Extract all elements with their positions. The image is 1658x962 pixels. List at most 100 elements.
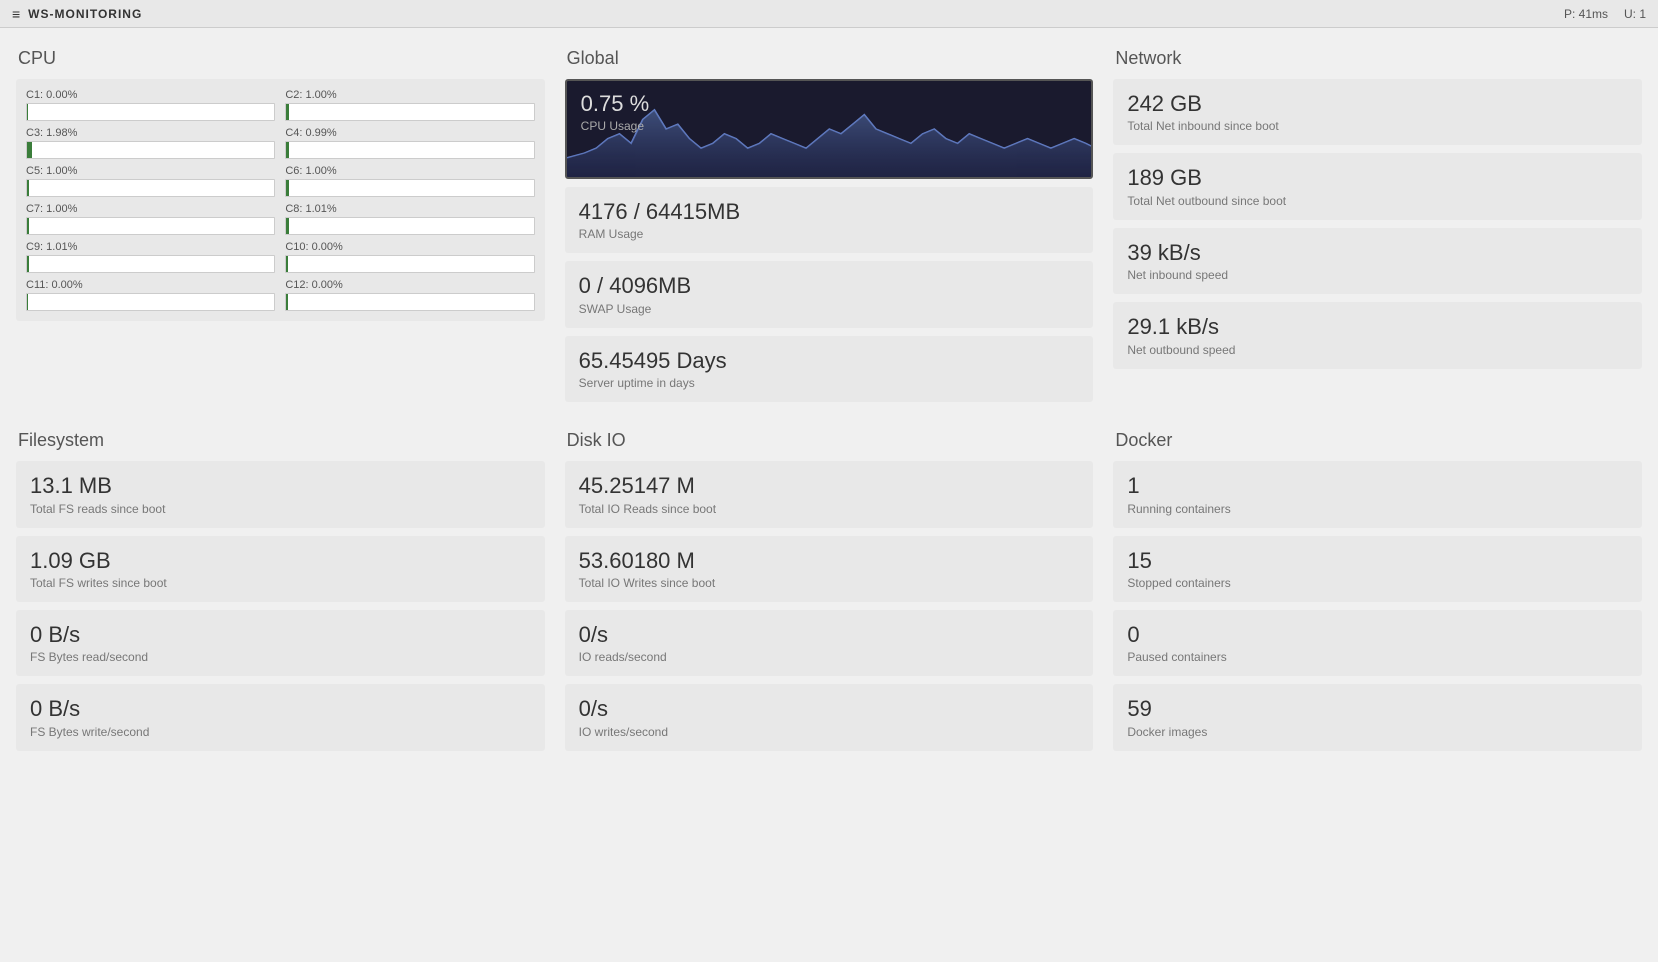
cpu-core-4-bar-container <box>285 141 534 159</box>
docker-images-label: Docker images <box>1127 725 1628 739</box>
net-outbound-speed-value: 29.1 kB/s <box>1127 314 1628 340</box>
titlebar-left: ≡ WS-MONITORING <box>12 6 142 22</box>
cpu-core-1-label: C1: 0.00% <box>26 89 275 101</box>
cpu-core-11-bar-container <box>26 293 275 311</box>
net-inbound-label: Total Net inbound since boot <box>1127 119 1628 133</box>
net-outbound-card: 189 GB Total Net outbound since boot <box>1113 153 1642 219</box>
io-total-reads-card: 45.25147 M Total IO Reads since boot <box>565 461 1094 527</box>
io-total-reads-value: 45.25147 M <box>579 473 1080 499</box>
filesystem-section: Filesystem 13.1 MB Total FS reads since … <box>16 430 545 759</box>
docker-title: Docker <box>1113 430 1642 451</box>
docker-paused-label: Paused containers <box>1127 650 1628 664</box>
swap-value: 0 / 4096MB <box>579 273 1080 299</box>
io-total-reads-label: Total IO Reads since boot <box>579 502 1080 516</box>
docker-paused-card: 0 Paused containers <box>1113 610 1642 676</box>
cpu-core-3-bar <box>27 142 32 158</box>
cpu-core-8-bar <box>286 218 288 234</box>
cpu-core-8-label: C8: 1.01% <box>285 203 534 215</box>
cpu-core-7-bar <box>27 218 29 234</box>
io-read-speed-value: 0/s <box>579 622 1080 648</box>
io-write-speed-label: IO writes/second <box>579 725 1080 739</box>
ram-card: 4176 / 64415MB RAM Usage <box>565 187 1094 253</box>
net-outbound-value: 189 GB <box>1127 165 1628 191</box>
cpu-core-4: C4: 0.99% <box>285 127 534 159</box>
cpu-core-9: C9: 1.01% <box>26 241 275 273</box>
net-inbound-card: 242 GB Total Net inbound since boot <box>1113 79 1642 145</box>
docker-paused-value: 0 <box>1127 622 1628 648</box>
io-read-speed-card: 0/s IO reads/second <box>565 610 1094 676</box>
fs-read-speed-label: FS Bytes read/second <box>30 650 531 664</box>
cpu-core-5-bar <box>27 180 29 196</box>
cpu-core-11-bar <box>27 294 28 310</box>
docker-running-card: 1 Running containers <box>1113 461 1642 527</box>
cpu-core-9-label: C9: 1.01% <box>26 241 275 253</box>
cpu-core-5-label: C5: 1.00% <box>26 165 275 177</box>
net-outbound-speed-card: 29.1 kB/s Net outbound speed <box>1113 302 1642 368</box>
cpu-section: CPU C1: 0.00% C2: 1.00% C3: 1.98% C4: 0.99%… <box>16 48 545 410</box>
cpu-core-2-label: C2: 1.00% <box>285 89 534 101</box>
fs-write-speed-card: 0 B/s FS Bytes write/second <box>16 684 545 750</box>
cpu-core-7: C7: 1.00% <box>26 203 275 235</box>
titlebar-stats: P: 41ms U: 1 <box>1564 7 1646 21</box>
cpu-core-6-bar <box>286 180 288 196</box>
menu-icon[interactable]: ≡ <box>12 6 20 22</box>
cpu-core-6-label: C6: 1.00% <box>285 165 534 177</box>
cpu-usage-chart: 0.75 % CPU Usage <box>565 79 1094 179</box>
main-content: CPU C1: 0.00% C2: 1.00% C3: 1.98% C4: 0.99%… <box>0 28 1658 799</box>
cpu-core-1-bar <box>27 104 28 120</box>
cpu-core-4-label: C4: 0.99% <box>285 127 534 139</box>
cpu-core-12-bar <box>286 294 287 310</box>
fs-read-speed-value: 0 B/s <box>30 622 531 648</box>
app-title: WS-MONITORING <box>28 7 142 21</box>
cpu-core-2-bar <box>286 104 288 120</box>
cpu-core-5-bar-container <box>26 179 275 197</box>
cpu-core-3-bar-container <box>26 141 275 159</box>
net-inbound-value: 242 GB <box>1127 91 1628 117</box>
fs-write-speed-label: FS Bytes write/second <box>30 725 531 739</box>
fs-reads-label: Total FS reads since boot <box>30 502 531 516</box>
cpu-usage-label: CPU Usage <box>581 119 1078 133</box>
filesystem-title: Filesystem <box>16 430 545 451</box>
cpu-core-1: C1: 0.00% <box>26 89 275 121</box>
cpu-core-12-label: C12: 0.00% <box>285 279 534 291</box>
cpu-core-10: C10: 0.00% <box>285 241 534 273</box>
swap-label: SWAP Usage <box>579 302 1080 316</box>
docker-section: Docker 1 Running containers 15 Stopped c… <box>1113 430 1642 759</box>
docker-images-value: 59 <box>1127 696 1628 722</box>
fs-write-speed-value: 0 B/s <box>30 696 531 722</box>
fs-reads-value: 13.1 MB <box>30 473 531 499</box>
io-total-writes-value: 53.60180 M <box>579 548 1080 574</box>
net-outbound-label: Total Net outbound since boot <box>1127 194 1628 208</box>
io-write-speed-value: 0/s <box>579 696 1080 722</box>
cpu-core-2: C2: 1.00% <box>285 89 534 121</box>
uptime-card: 65.45495 Days Server uptime in days <box>565 336 1094 402</box>
cpu-core-10-bar <box>286 256 287 272</box>
fs-writes-card: 1.09 GB Total FS writes since boot <box>16 536 545 602</box>
io-write-speed-card: 0/s IO writes/second <box>565 684 1094 750</box>
cpu-usage-value: 0.75 % <box>581 91 1078 117</box>
fs-writes-value: 1.09 GB <box>30 548 531 574</box>
cpu-core-10-bar-container <box>285 255 534 273</box>
global-title: Global <box>565 48 1094 69</box>
uptime-value: 65.45495 Days <box>579 348 1080 374</box>
cpu-core-3: C3: 1.98% <box>26 127 275 159</box>
cpu-core-9-bar <box>27 256 29 272</box>
fs-reads-card: 13.1 MB Total FS reads since boot <box>16 461 545 527</box>
cpu-core-3-label: C3: 1.98% <box>26 127 275 139</box>
swap-card: 0 / 4096MB SWAP Usage <box>565 261 1094 327</box>
cpu-core-2-bar-container <box>285 103 534 121</box>
fs-writes-label: Total FS writes since boot <box>30 576 531 590</box>
cpu-core-8: C8: 1.01% <box>285 203 534 235</box>
cpu-title: CPU <box>16 48 545 69</box>
ram-value: 4176 / 64415MB <box>579 199 1080 225</box>
net-inbound-speed-card: 39 kB/s Net inbound speed <box>1113 228 1642 294</box>
uptime-label: Server uptime in days <box>579 376 1080 390</box>
cpu-core-11-label: C11: 0.00% <box>26 279 275 291</box>
docker-stopped-label: Stopped containers <box>1127 576 1628 590</box>
cpu-core-9-bar-container <box>26 255 275 273</box>
docker-stopped-card: 15 Stopped containers <box>1113 536 1642 602</box>
titlebar: ≡ WS-MONITORING P: 41ms U: 1 <box>0 0 1658 28</box>
docker-running-value: 1 <box>1127 473 1628 499</box>
net-inbound-speed-label: Net inbound speed <box>1127 268 1628 282</box>
net-outbound-speed-label: Net outbound speed <box>1127 343 1628 357</box>
